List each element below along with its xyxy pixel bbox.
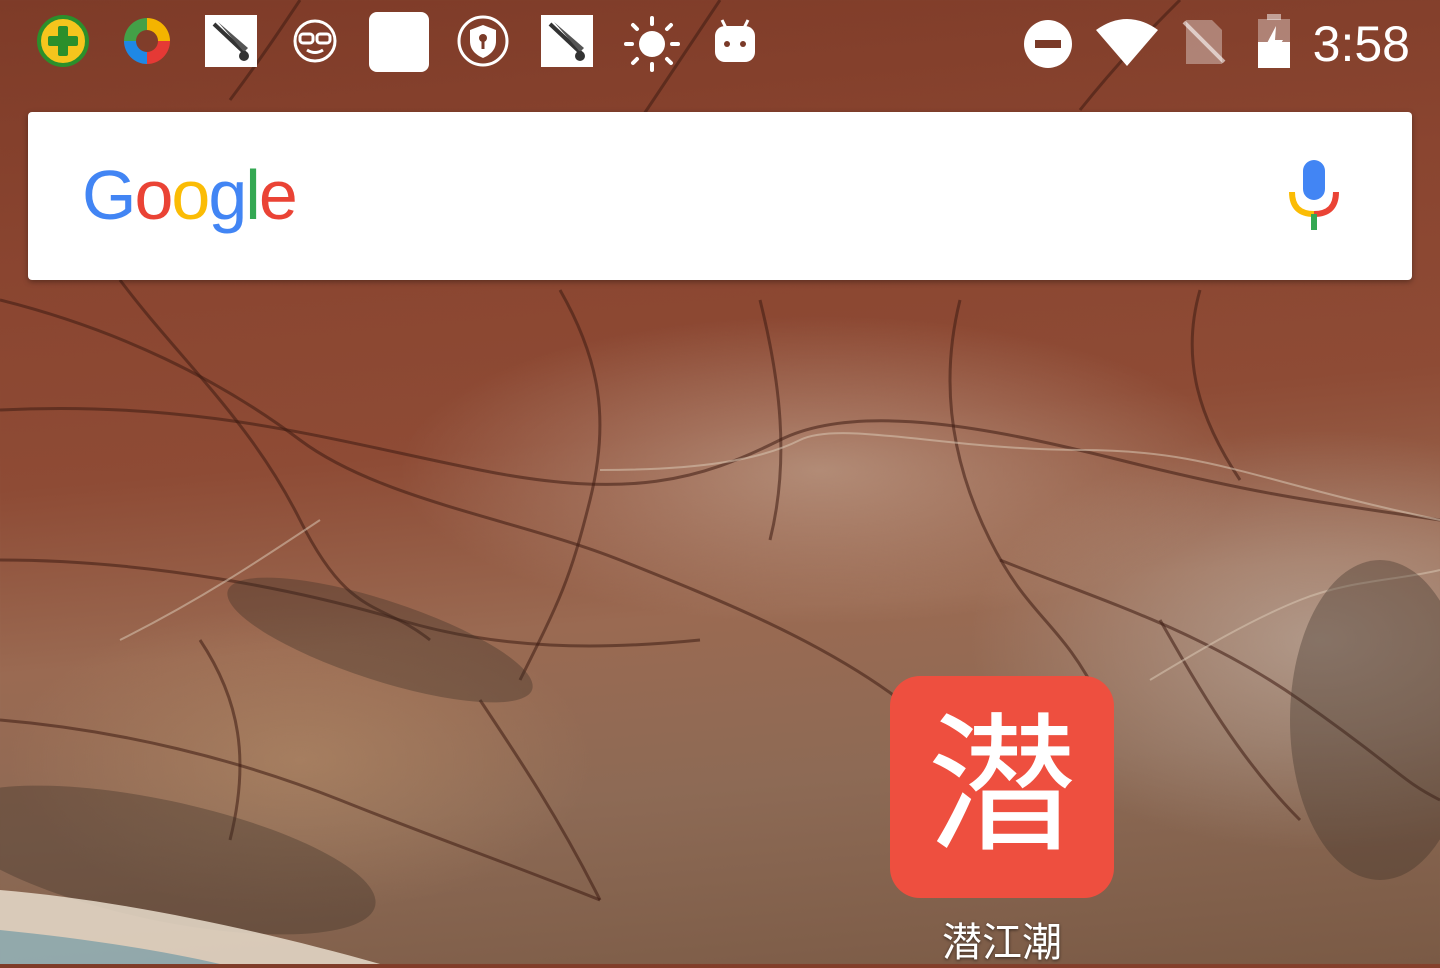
google-logo-letter: o	[171, 156, 210, 234]
google-logo-letter: o	[134, 156, 173, 234]
google-logo-letter: g	[208, 156, 247, 234]
status-bar[interactable]: 3:58	[0, 0, 1440, 88]
plus-badge-icon	[37, 15, 89, 67]
battery-charging-icon	[1258, 14, 1290, 68]
do-not-disturb-icon	[1024, 20, 1072, 68]
sunglasses-face-icon	[293, 19, 337, 63]
google-logo-letter: e	[258, 156, 298, 234]
shield-key-icon	[457, 15, 509, 67]
wifi-icon	[1096, 19, 1158, 66]
android-robot-icon	[715, 19, 755, 62]
google-logo-letter: G	[82, 156, 136, 234]
google-logo-letter: l	[245, 156, 261, 234]
blank-square-icon	[369, 12, 429, 72]
app-icon-qianjiangchao[interactable]: 潜	[890, 676, 1114, 898]
app-icon-glyph: 潜	[926, 700, 1077, 874]
google-logo: Google	[82, 150, 298, 240]
app-label[interactable]: 潜江潮	[890, 918, 1114, 968]
sword-app-icon	[205, 15, 257, 67]
mic-icon[interactable]	[1286, 158, 1342, 234]
colorful-ring-icon	[124, 18, 170, 64]
no-sim-icon	[1182, 20, 1226, 64]
brightness-icon	[624, 16, 680, 72]
sword-app-icon	[541, 15, 593, 67]
clock: 3:58	[1312, 16, 1410, 72]
